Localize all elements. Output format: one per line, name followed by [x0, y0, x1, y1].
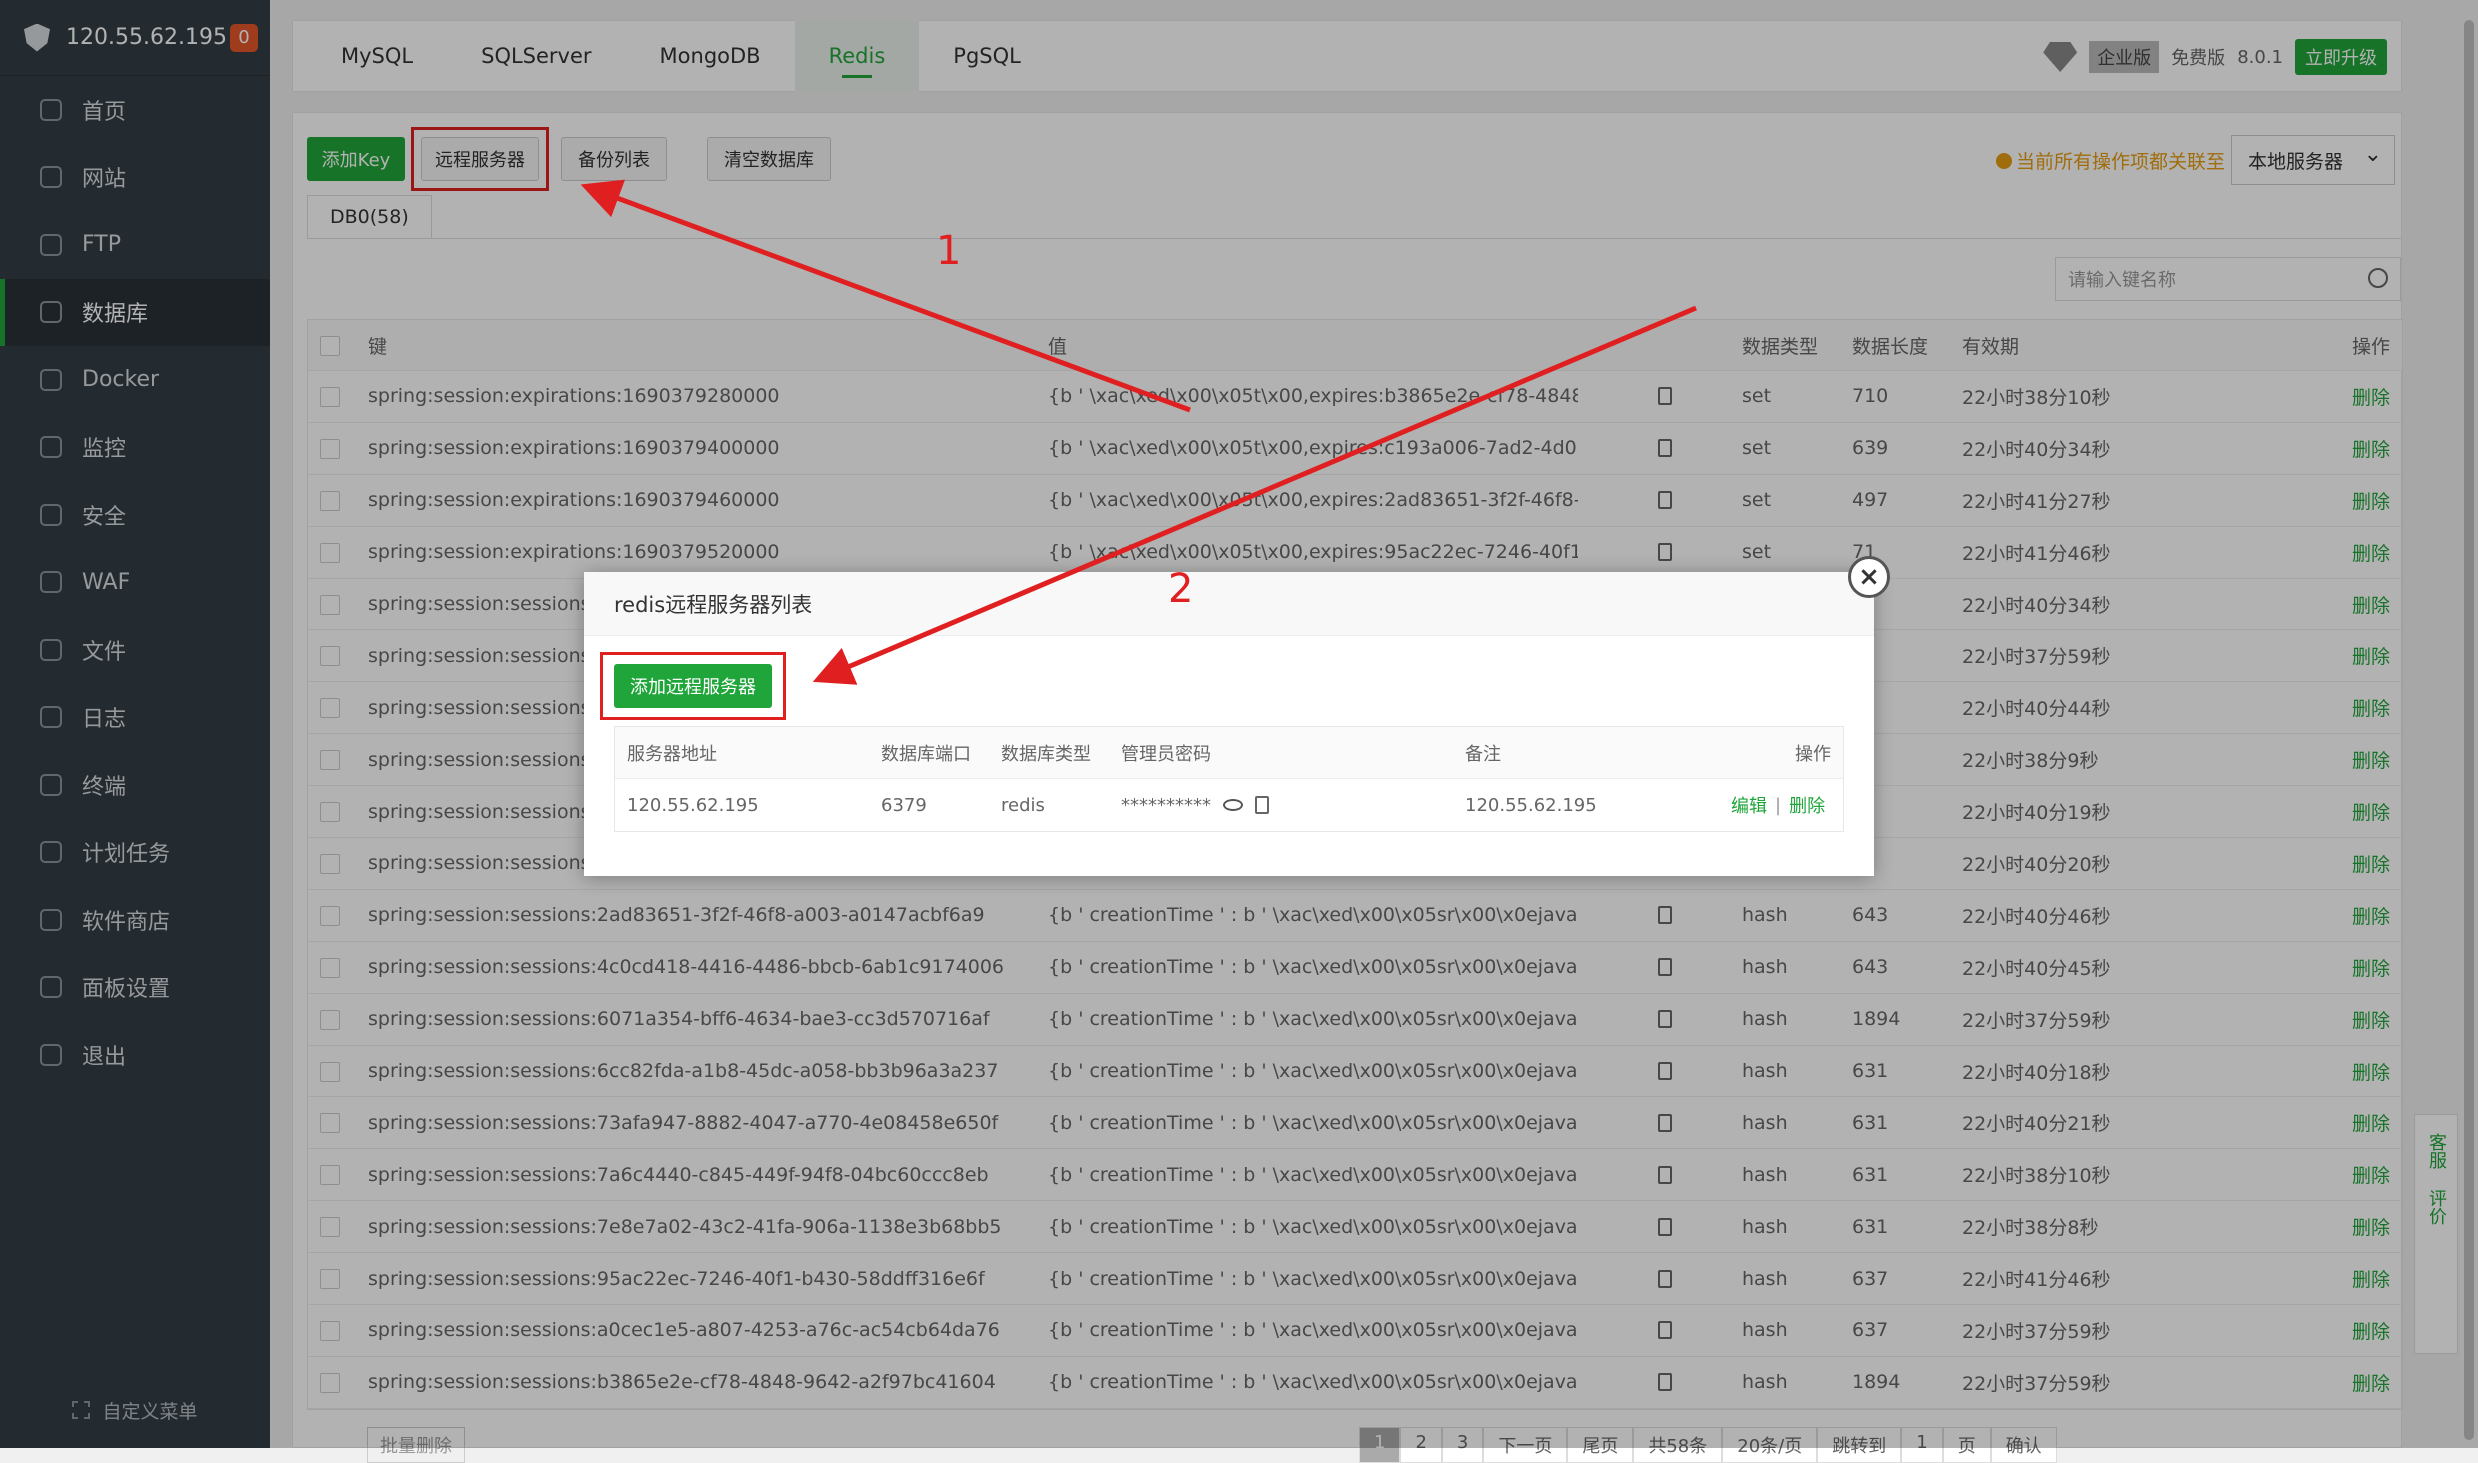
server-address: 120.55.62.195	[627, 794, 759, 816]
close-icon[interactable]: ×	[1848, 556, 1890, 598]
modal-table-header: 服务器地址 数据库端口 数据库类型 管理员密码 备注 操作	[615, 727, 1843, 779]
separator: |	[1775, 794, 1782, 816]
copy-icon[interactable]	[1255, 796, 1269, 814]
col-pwd: 管理员密码	[1121, 743, 1211, 765]
password-cell: **********	[1121, 779, 1269, 831]
server-port: 6379	[881, 794, 927, 816]
password-mask: **********	[1121, 794, 1211, 816]
col-addr: 服务器地址	[627, 743, 717, 765]
edit-link[interactable]: 编辑	[1731, 792, 1767, 818]
remote-server-table: 服务器地址 数据库端口 数据库类型 管理员密码 备注 操作 120.55.62.…	[614, 726, 1844, 832]
eye-icon[interactable]	[1223, 799, 1243, 811]
highlight-box-add	[600, 652, 786, 720]
remote-server-modal: redis远程服务器列表 × 添加远程服务器 服务器地址 数据库端口 数据库类型…	[584, 556, 1890, 876]
annotation-1: 1	[936, 228, 962, 274]
server-dbtype: redis	[1001, 794, 1045, 816]
table-row: 120.55.62.195 6379 redis ********** 120.…	[615, 779, 1843, 831]
col-op: 操作	[1795, 743, 1831, 765]
col-port: 数据库端口	[881, 743, 971, 765]
server-note: 120.55.62.195	[1465, 794, 1597, 816]
row-actions: 编辑 | 删除	[1731, 779, 1825, 831]
col-note: 备注	[1465, 743, 1501, 765]
annotation-2: 2	[1168, 566, 1194, 612]
modal-title: redis远程服务器列表	[584, 572, 1874, 636]
col-dbtype: 数据库类型	[1001, 743, 1091, 765]
delete-link[interactable]: 删除	[1789, 792, 1825, 818]
